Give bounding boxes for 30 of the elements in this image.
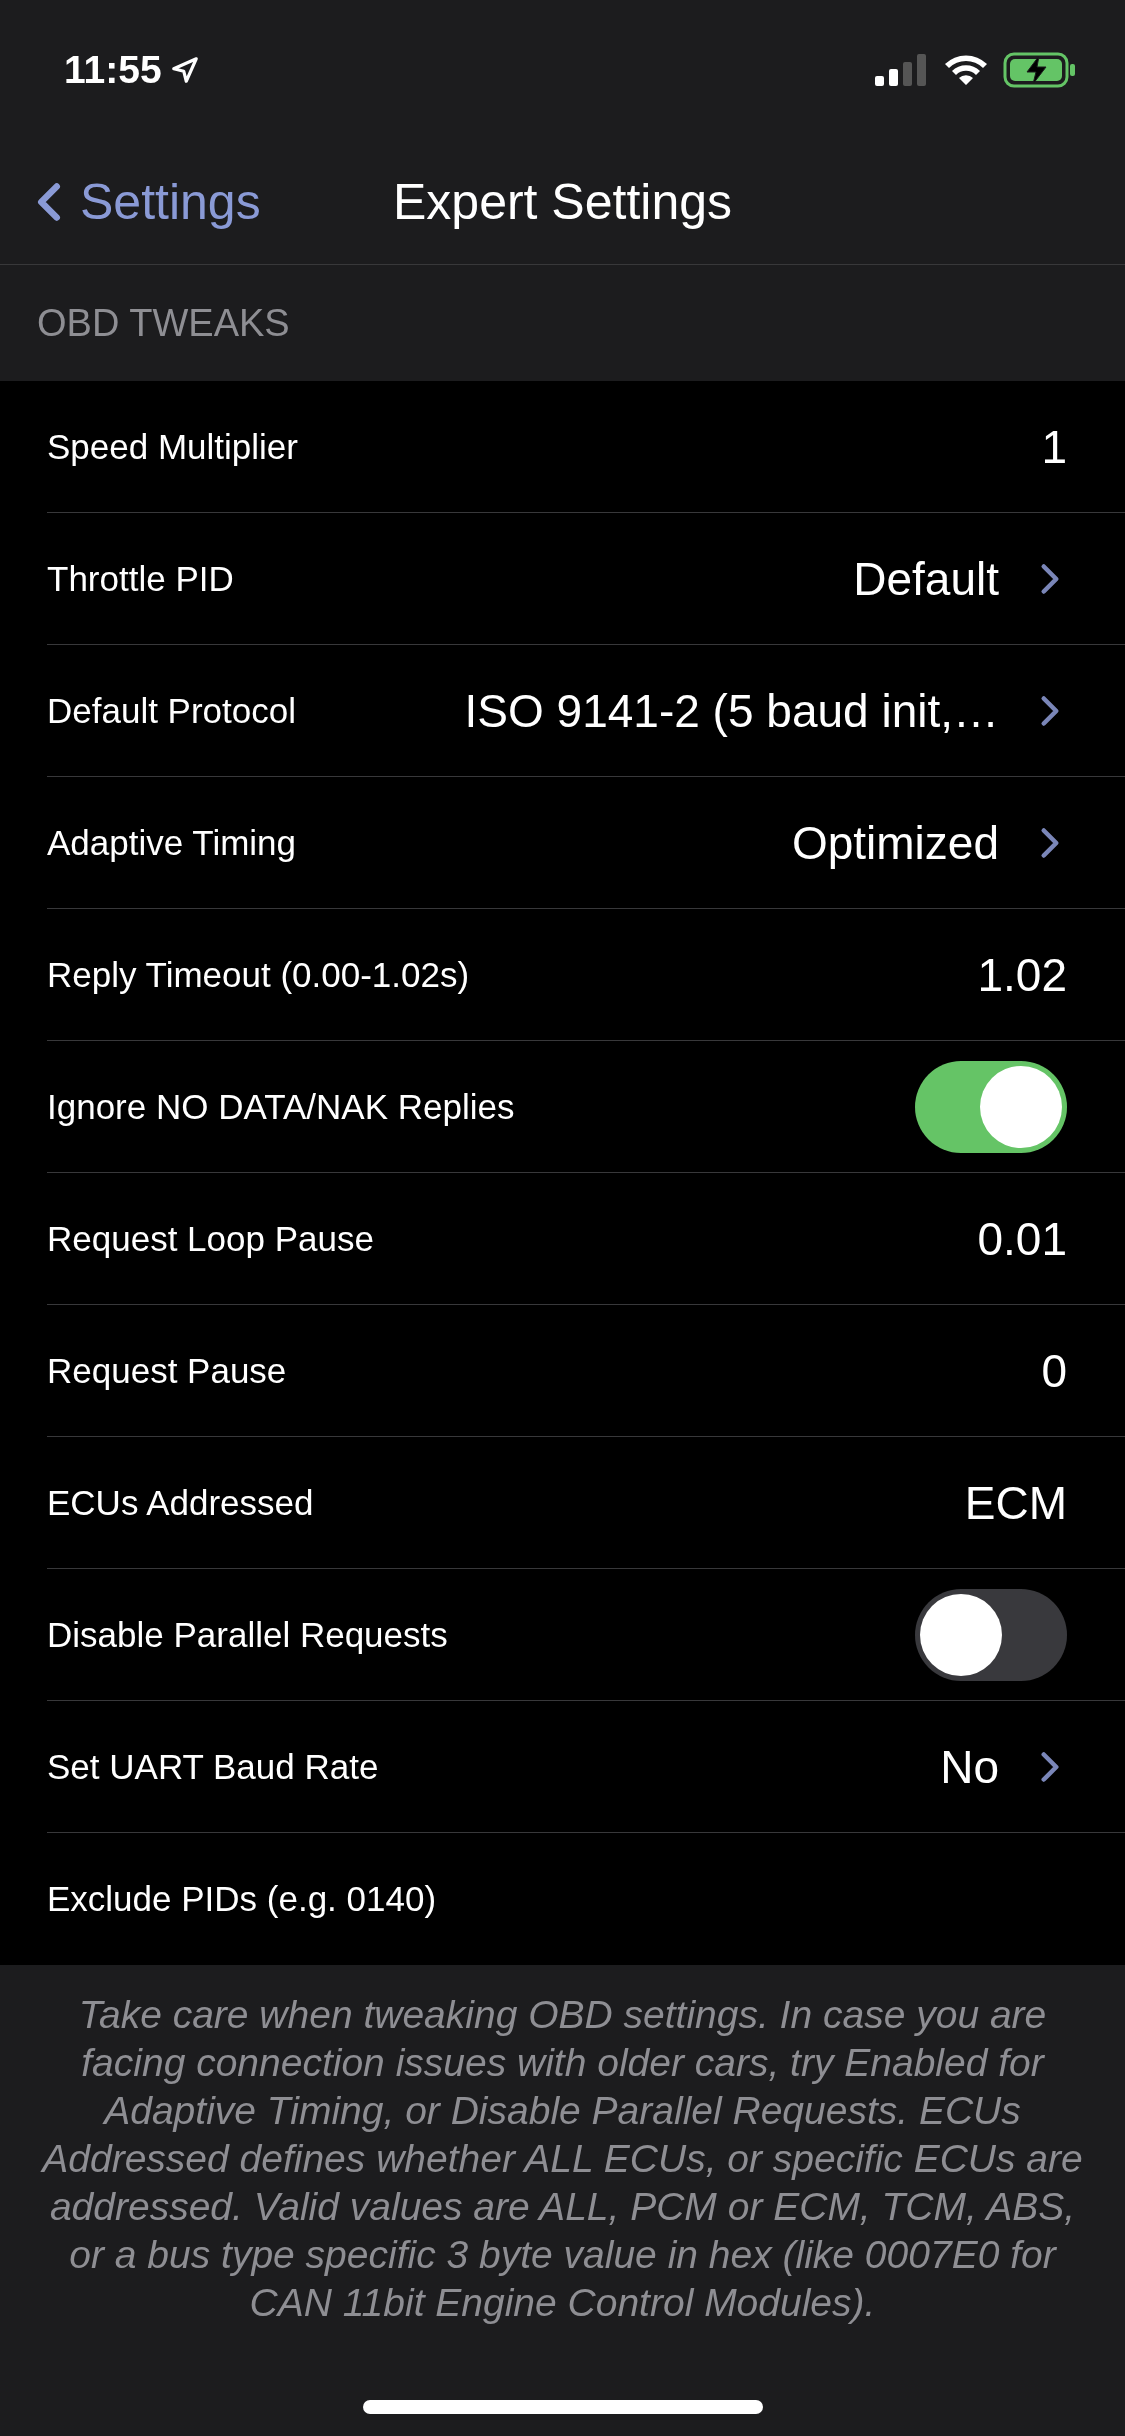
back-button[interactable]: Settings bbox=[0, 171, 261, 233]
setting-value: ISO 9141-2 (5 baud init,… bbox=[463, 683, 999, 738]
status-time: 11:55 bbox=[64, 48, 162, 92]
section-header: OBD TWEAKS bbox=[37, 301, 290, 345]
wifi-icon bbox=[943, 53, 989, 87]
setting-label: Set UART Baud Rate bbox=[47, 1746, 379, 1787]
setting-value: ECM bbox=[963, 1475, 1067, 1530]
signal-icon bbox=[875, 54, 929, 86]
battery-charging-icon bbox=[1003, 52, 1077, 88]
setting-label: Default Protocol bbox=[47, 690, 297, 731]
setting-value: 1.02 bbox=[976, 947, 1067, 1002]
setting-value: Default bbox=[852, 551, 999, 606]
setting-label: Ignore NO DATA/NAK Replies bbox=[47, 1086, 515, 1127]
location-arrow-icon bbox=[169, 55, 200, 85]
setting-value: No bbox=[939, 1739, 999, 1794]
setting-label: Request Pause bbox=[47, 1350, 287, 1391]
setting-label: Speed Multiplier bbox=[47, 426, 298, 467]
setting-label: Disable Parallel Requests bbox=[47, 1614, 448, 1655]
setting-label: Adaptive Timing bbox=[47, 822, 297, 863]
setting-label: Request Loop Pause bbox=[47, 1218, 374, 1259]
setting-value: 0 bbox=[1040, 1343, 1067, 1398]
setting-label: Throttle PID bbox=[47, 558, 234, 599]
footer-note: Take care when tweaking OBD settings. In case you are facing connection issues with older cars, try Enabled for Adaptive Timing, or Disable Parallel Requests. ECUs Addressed defines whether ALL ECUs, or specific ECUs are addressed. Valid values are ALL, PCM or ECM, TCM, ABS, or a bus type specific 3 byte value in hex (like 0007E0 for CAN 11bit Engine Control Modules). bbox=[40, 1992, 1084, 2326]
page-title: Expert Settings bbox=[392, 173, 733, 231]
setting-value: 0.01 bbox=[976, 1211, 1067, 1266]
setting-label: ECUs Addressed bbox=[47, 1482, 314, 1523]
setting-label: Exclude PIDs (e.g. 0140) bbox=[47, 1879, 437, 1919]
setting-label: Reply Timeout (0.00-1.02s) bbox=[47, 954, 470, 995]
setting-value: 1 bbox=[1040, 419, 1067, 474]
setting-value: Optimized bbox=[790, 815, 999, 870]
